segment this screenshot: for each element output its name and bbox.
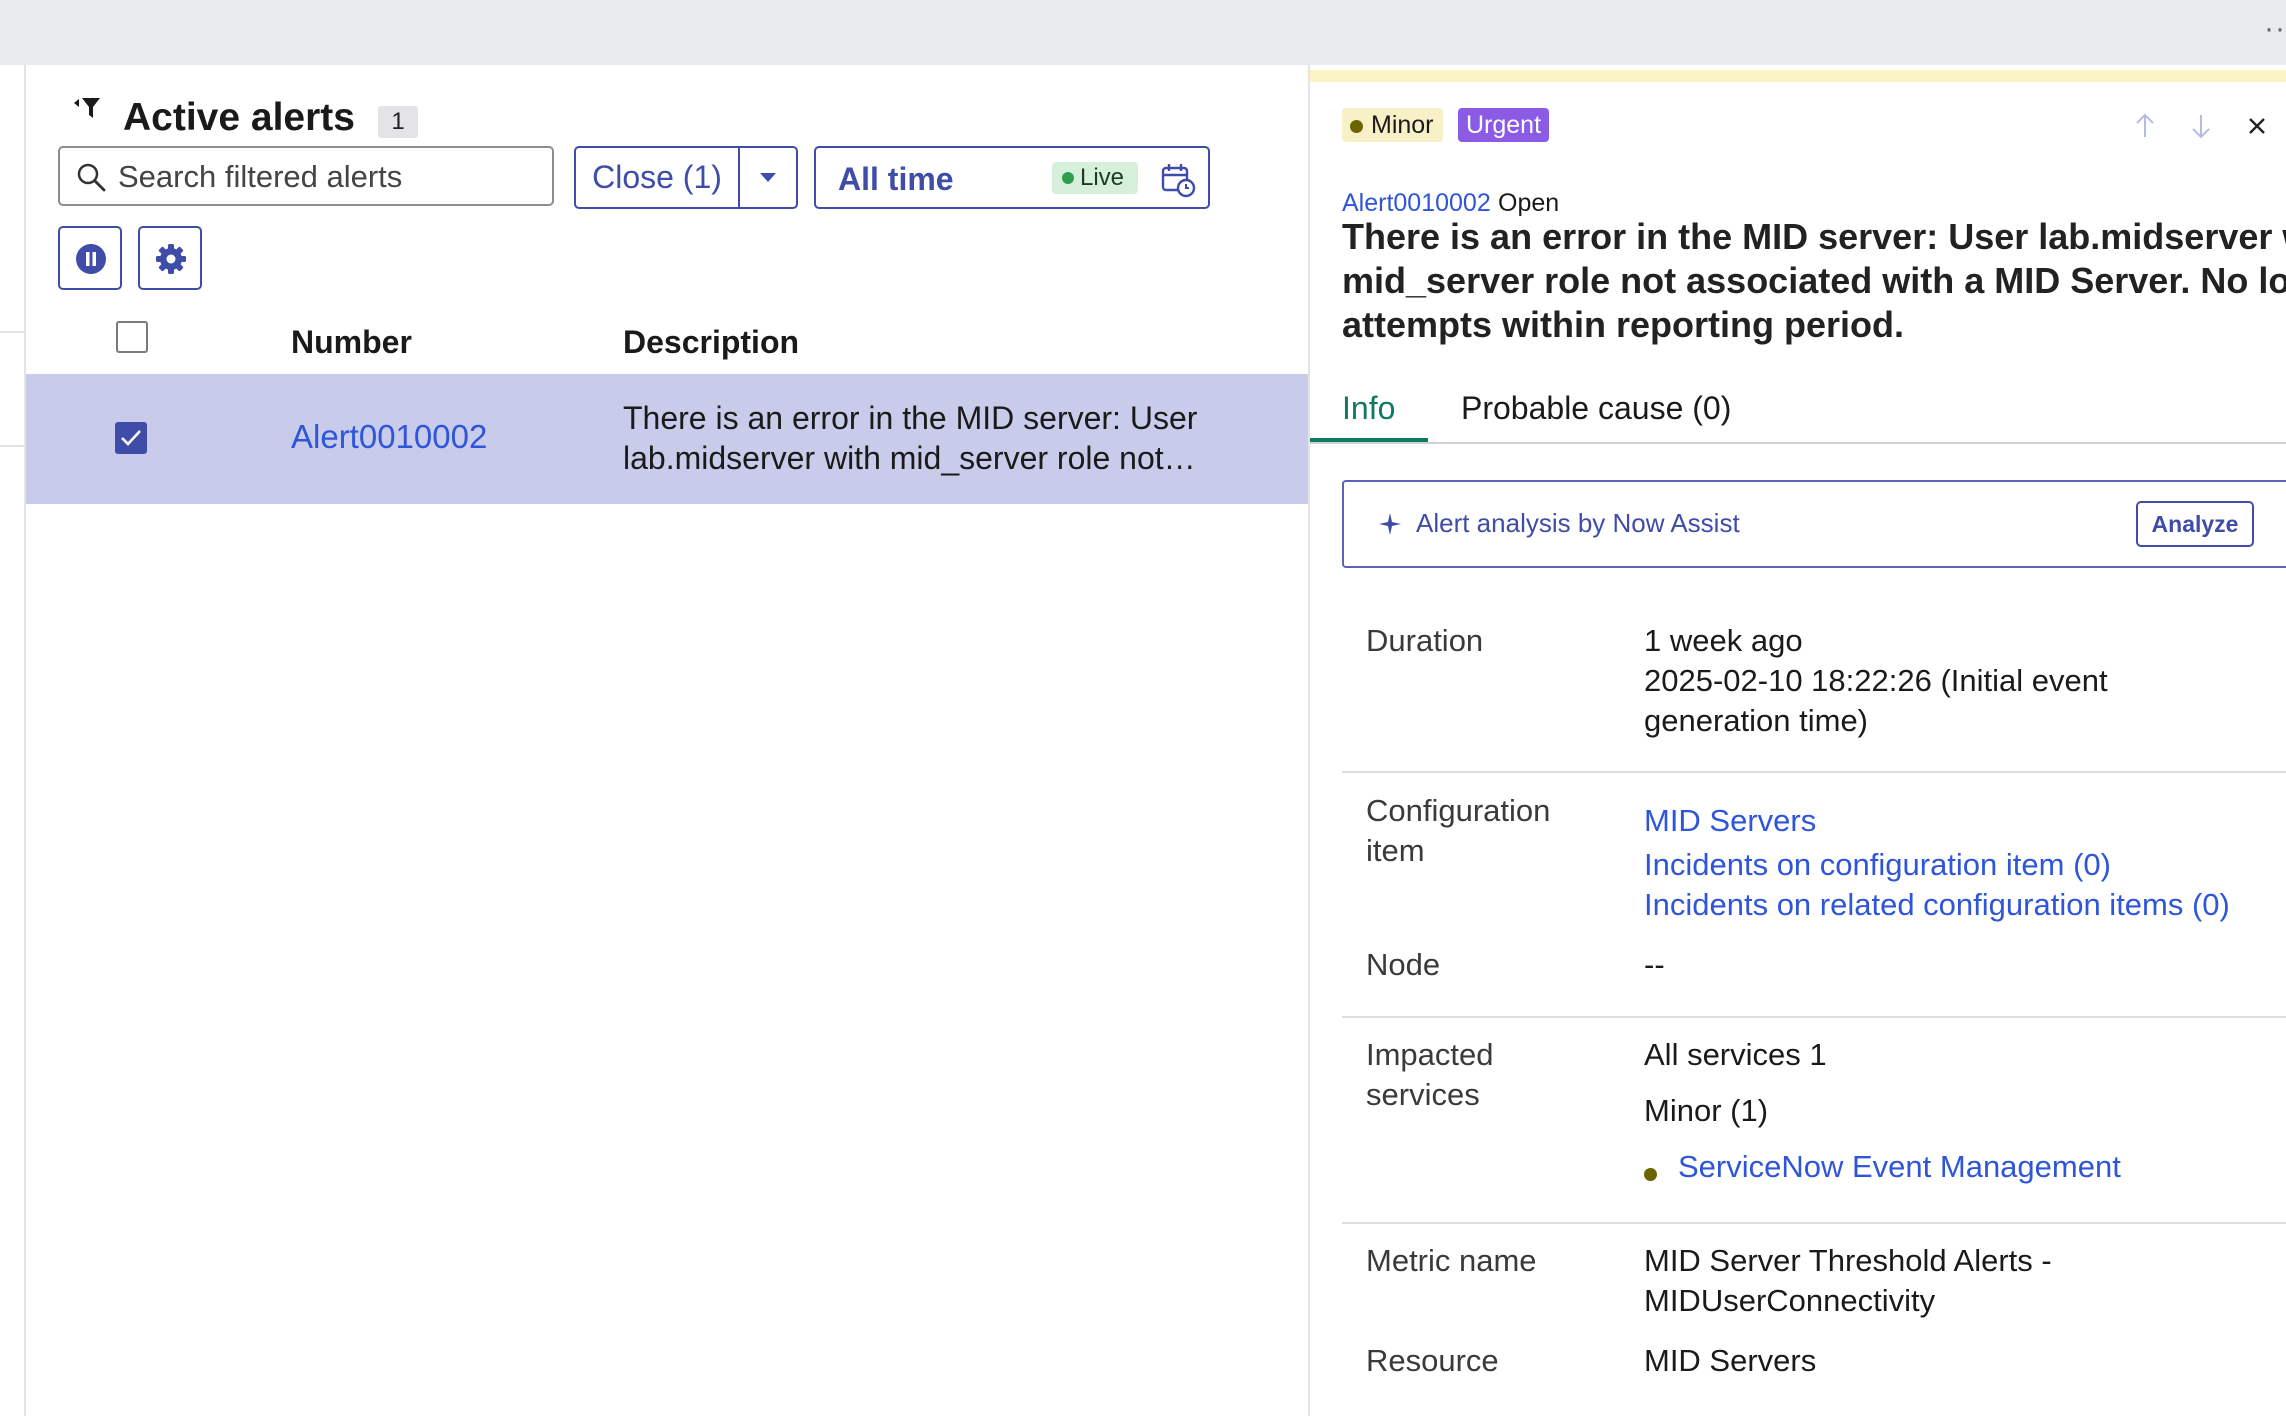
calendar-clock-icon[interactable] <box>1160 162 1196 198</box>
search-box[interactable] <box>58 146 554 206</box>
impacted-services-label: services <box>1366 1077 1480 1112</box>
alert-description-line: lab.midserver with mid_server role not… <box>623 440 1196 476</box>
filter-toggle-icon[interactable] <box>74 96 104 124</box>
live-badge: Live <box>1052 162 1138 194</box>
chevron-down-icon <box>760 173 776 182</box>
alert-title: There is an error in the MID server: Use… <box>1342 215 2286 347</box>
time-range-label: All time <box>838 161 954 197</box>
pause-icon <box>76 244 106 274</box>
alert-title-line: mid_server role not associated with a MI… <box>1342 260 2286 301</box>
alert-description-line: There is an error in the MID server: Use… <box>623 400 1198 436</box>
more-options-icon[interactable]: ·· <box>2264 12 2286 46</box>
alert-number-link[interactable]: Alert0010002 <box>291 418 487 456</box>
duration-detail: 2025-02-10 18:22:26 (Initial event <box>1644 663 2108 698</box>
close-alerts-button[interactable]: Close (1) <box>574 146 740 209</box>
metric-name-value: MID Server Threshold Alerts - <box>1644 1243 2052 1278</box>
alert-title-line: There is an error in the MID server: Use… <box>1342 216 2286 257</box>
alert-count-badge: 1 <box>378 106 418 138</box>
now-assist-card: Alert analysis by Now Assist Analyze <box>1342 480 2286 568</box>
tab-info[interactable]: Info <box>1342 390 1395 427</box>
minor-services-count: Minor (1) <box>1644 1093 1769 1128</box>
severity-strip <box>1310 70 2286 82</box>
alert-state: Open <box>1498 189 1560 217</box>
service-link[interactable]: ServiceNow Event Management <box>1678 1147 2121 1187</box>
search-icon <box>77 163 106 192</box>
metric-name-label: Metric name <box>1366 1243 1537 1278</box>
arrow-up-icon[interactable] <box>2130 111 2160 141</box>
metric-name-value: MIDUserConnectivity <box>1644 1283 1936 1318</box>
row-checkbox[interactable] <box>115 422 147 454</box>
search-input[interactable] <box>116 156 540 198</box>
config-item-link[interactable]: MID Servers <box>1644 801 1816 841</box>
field-divider <box>1342 1016 2286 1018</box>
page-title: Active alerts <box>123 96 355 139</box>
column-header-number[interactable]: Number <box>291 324 412 361</box>
config-item-label: item <box>1366 833 1425 868</box>
severity-label: Minor <box>1371 111 1434 139</box>
time-range-selector[interactable]: All time Live <box>814 146 1210 209</box>
alert-id-link[interactable]: Alert0010002 <box>1342 189 1491 218</box>
tabs-divider <box>1310 442 2286 444</box>
field-divider <box>1342 1222 2286 1224</box>
all-services-count: All services 1 <box>1644 1037 1827 1072</box>
left-rail-divider <box>24 65 26 1416</box>
left-rail-divider-tick <box>0 331 24 333</box>
alert-detail-panel: Minor Urgent Alert0010002 Open There is … <box>1308 65 2286 1416</box>
impacted-services-label: Impacted <box>1366 1037 1494 1072</box>
close-icon[interactable] <box>2242 111 2272 141</box>
select-all-checkbox[interactable] <box>116 321 148 353</box>
field-divider <box>1342 771 2286 773</box>
left-rail-divider-tick <box>0 445 24 447</box>
config-item-label: Configuration <box>1366 793 1551 828</box>
column-header-description[interactable]: Description <box>623 324 799 361</box>
duration-value: 1 week ago <box>1644 623 1803 658</box>
check-icon <box>121 430 141 446</box>
live-label: Live <box>1080 164 1125 191</box>
alert-description: There is an error in the MID server: Use… <box>623 398 1263 478</box>
node-label: Node <box>1366 947 1441 982</box>
sparkle-icon <box>1379 513 1401 535</box>
analyze-button[interactable]: Analyze <box>2136 501 2254 547</box>
live-dot-icon <box>1062 172 1074 184</box>
pause-updates-button[interactable] <box>58 226 122 290</box>
arrow-down-icon[interactable] <box>2186 111 2216 141</box>
duration-detail: generation time) <box>1644 703 1869 738</box>
resource-label: Resource <box>1366 1343 1499 1378</box>
resource-value: MID Servers <box>1644 1343 1817 1378</box>
tab-probable-cause[interactable]: Probable cause (0) <box>1461 390 1731 427</box>
browser-top-bar: ·· <box>0 0 2286 65</box>
list-settings-button[interactable] <box>138 226 202 290</box>
minor-severity-dot-icon <box>1644 1168 1657 1181</box>
alert-title-line: attempts within reporting period. <box>1342 304 1905 345</box>
table-row[interactable]: Alert0010002 There is an error in the MI… <box>26 374 1308 504</box>
urgency-badge: Urgent <box>1458 108 1550 142</box>
now-assist-label: Alert analysis by Now Assist <box>1416 508 1740 538</box>
gear-icon <box>156 244 186 274</box>
severity-badge: Minor <box>1342 108 1443 142</box>
close-options-dropdown[interactable] <box>738 146 798 209</box>
incidents-on-ci-link[interactable]: Incidents on configuration item (0) <box>1644 845 2111 885</box>
duration-label: Duration <box>1366 623 1484 658</box>
severity-dot-icon <box>1350 120 1363 133</box>
node-value: -- <box>1644 947 1665 982</box>
incidents-on-related-ci-link[interactable]: Incidents on related configuration items… <box>1644 885 2230 925</box>
